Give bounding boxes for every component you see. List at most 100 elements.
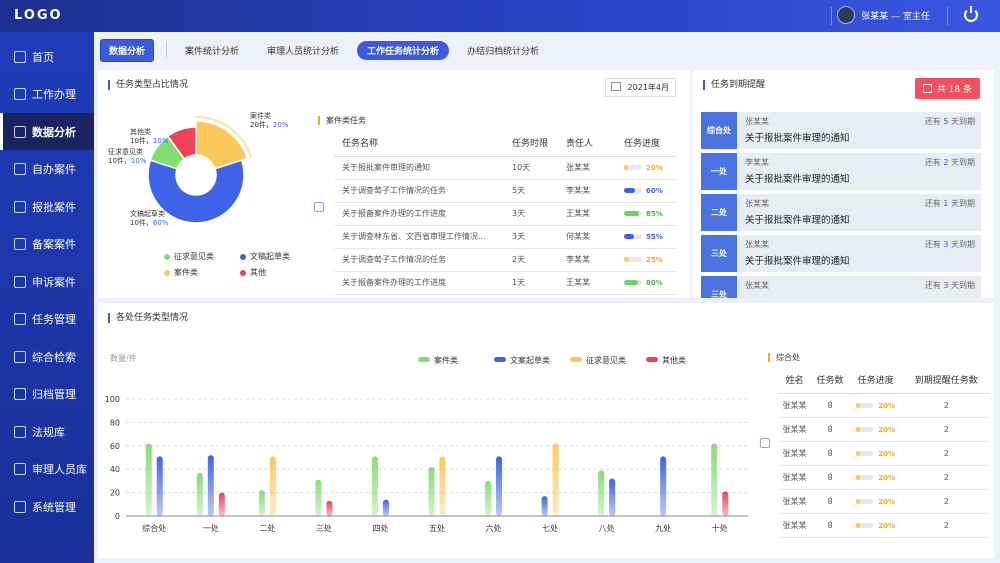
sidebar-item-7[interactable]: 任务管理 <box>0 301 94 338</box>
y-tick-label: 60 <box>110 442 120 451</box>
table-row[interactable]: 关于报备案件办理的工作进度 3天 王某某 85% <box>334 202 676 226</box>
tab-1[interactable]: 审理人员统计分析 <box>257 40 350 60</box>
building-icon <box>760 438 770 448</box>
legend-label: 文案起草类 <box>510 355 550 365</box>
staff-count: 8 <box>811 465 849 490</box>
table-row[interactable]: 张某某 8 20% 2 <box>778 465 990 490</box>
sidebar-item-8[interactable]: 综合检索 <box>0 338 94 375</box>
task-progress: 25% <box>616 248 676 272</box>
divider <box>831 7 832 25</box>
table-row[interactable]: 关于调查萄子工作情况的任务 5天 李某某 60% <box>334 179 676 203</box>
task-owner: 王某某 <box>558 271 616 295</box>
sidebar-item-11[interactable]: 审理人员库 <box>0 451 94 488</box>
table-row[interactable]: 关于调查林东省、文西省审理工作情况... 3天 何某某 55% <box>334 225 676 249</box>
user-menu[interactable]: 张某某 — 室主任 <box>837 6 930 24</box>
settings-icon <box>14 500 26 513</box>
tab-3[interactable]: 办结归档统计分析 <box>457 40 550 60</box>
pie-label-name: 征求意见类 <box>108 147 143 156</box>
bar <box>218 492 225 516</box>
power-icon[interactable] <box>964 6 978 22</box>
sidebar: 首页 工作办理数据分析自办案件报批案件备案案件 申诉案件 任务管理 综合检索 归档管理 法规… <box>0 32 94 563</box>
sidebar-item-label: 数据分析 <box>32 125 76 139</box>
progress-value: 20% <box>878 425 896 434</box>
table-row[interactable]: 张某某 8 20% 2 <box>778 489 990 514</box>
legend-label: 征求意见类 <box>586 355 626 365</box>
table-row[interactable]: 关于报批案件审理的通知 10天 张某某 20% <box>334 156 676 180</box>
section-title-data-analysis[interactable]: 数据分析 <box>100 38 155 62</box>
task-name: 关于调查萄子工作情况的任务 <box>334 179 504 203</box>
staff-count: 8 <box>811 441 849 466</box>
reminder-count-badge[interactable]: 共 18 条 <box>914 78 980 99</box>
reminder-item[interactable]: 一处 李某某 关于报批案件审理的通知 还有 2 天到期 <box>701 153 981 190</box>
briefcase-icon <box>14 88 26 100</box>
bar <box>382 499 389 516</box>
legend-label: 其他类 <box>662 355 686 365</box>
sidebar-item-5[interactable]: 备案案件 <box>0 226 94 263</box>
staff-due: 2 <box>902 489 990 514</box>
table-row[interactable]: 关于调查萄子工作情况的任务 2天 李某某 25% <box>334 248 676 272</box>
pie-label-name: 文稿起草类 <box>130 209 165 218</box>
table-header: 任务名称 任务时限 责任人 任务进度 <box>334 130 676 157</box>
staff-due: 2 <box>902 393 990 418</box>
progress-bar <box>624 165 642 170</box>
staff-name: 张某某 <box>778 489 812 514</box>
staff-due: 2 <box>902 441 990 466</box>
progress-bar <box>624 257 642 262</box>
staff-progress: 20% <box>848 513 903 538</box>
file-icon <box>14 163 26 175</box>
due-prefix: 还有 <box>924 281 944 290</box>
staff-count: 8 <box>811 393 849 418</box>
pie-label-name: 其他类 <box>130 127 151 136</box>
sidebar-item-9[interactable]: 归档管理 <box>0 376 94 413</box>
progress-value: 60% <box>646 187 663 195</box>
sidebar-item-2[interactable]: 数据分析 <box>0 113 94 150</box>
reminder-item[interactable]: 综合处 张某某 关于报批案件审理的通知 还有 5 天到期 <box>701 112 981 149</box>
tab-0[interactable]: 案件统计分析 <box>175 40 250 60</box>
y-tick-label: 80 <box>110 418 120 427</box>
pie-label-count: 20件，20% <box>250 120 289 129</box>
sidebar-item-3[interactable]: 自办案件 <box>0 151 94 188</box>
table-row[interactable]: 张某某 8 20% 2 <box>778 513 990 538</box>
reminder-item[interactable]: 三处 张某某 还有 3 天到期 <box>701 276 981 298</box>
reminder-item[interactable]: 三处 张某某 关于报批案件审理的通知 还有 3 天到期 <box>701 235 981 272</box>
x-tick-label: 四处 <box>372 523 388 533</box>
bar <box>269 456 276 516</box>
bar <box>722 491 729 516</box>
sidebar-item-label: 系统管理 <box>32 500 76 514</box>
sidebar-item-0[interactable]: 首页 <box>0 38 94 75</box>
bar <box>660 456 667 516</box>
table-row[interactable]: 张某某 8 20% 2 <box>778 417 990 442</box>
legend-dot <box>164 253 170 260</box>
progress-bar <box>624 234 642 239</box>
sidebar-item-label: 报批案件 <box>32 200 76 214</box>
date-picker[interactable]: 2021年4月 <box>604 78 676 97</box>
sidebar-item-6[interactable]: 申诉案件 <box>0 263 94 300</box>
bar <box>485 480 492 516</box>
legend-label: 案件类 <box>434 355 458 365</box>
table-row[interactable]: 关于报备案件办理的工作进度 1天 王某某 80% <box>334 271 676 295</box>
sidebar-item-4[interactable]: 报批案件 <box>0 188 94 225</box>
column-header: 任务进度 <box>616 130 676 157</box>
dept-tag: 三处 <box>701 235 737 272</box>
x-tick-label: 三处 <box>316 523 332 533</box>
bar <box>207 455 214 516</box>
table-row[interactable]: 张某某 8 20% 2 <box>778 393 990 418</box>
sidebar-item-1[interactable]: 工作办理 <box>0 76 94 113</box>
sidebar-item-12[interactable]: 系统管理 <box>0 488 94 525</box>
reminder-item[interactable]: 二处 张某某 关于报批案件审理的通知 还有 1 天到期 <box>701 194 981 231</box>
bar-chart: 数量/件 0 20 40 60 80 100 案件类 文案起草类 征求意见类 其他类综合处 一处 二处 三… <box>105 353 748 533</box>
scale-icon <box>14 425 26 438</box>
pie-label-name: 案件类 <box>250 111 271 120</box>
sidebar-item-10[interactable]: 法规库 <box>0 413 94 450</box>
dept-panel: 各处任务类型情况 数量/件 0 20 40 60 80 100 案件类 文案起草类 征求意见类 其他… <box>98 303 994 558</box>
y-tick-label: 20 <box>110 489 120 498</box>
staff-due: 2 <box>902 513 990 538</box>
reminder-title: 关于报批案件审理的通知 <box>745 174 850 185</box>
column-header: 任务名称 <box>334 130 504 157</box>
staff-progress: 20% <box>848 417 903 442</box>
staff-progress: 20% <box>848 393 903 418</box>
table-row[interactable]: 张某某 8 20% 2 <box>778 441 990 466</box>
task-icon <box>14 313 26 325</box>
staff-count: 8 <box>811 489 849 514</box>
tab-2[interactable]: 工作任务统计分析 <box>357 40 450 60</box>
